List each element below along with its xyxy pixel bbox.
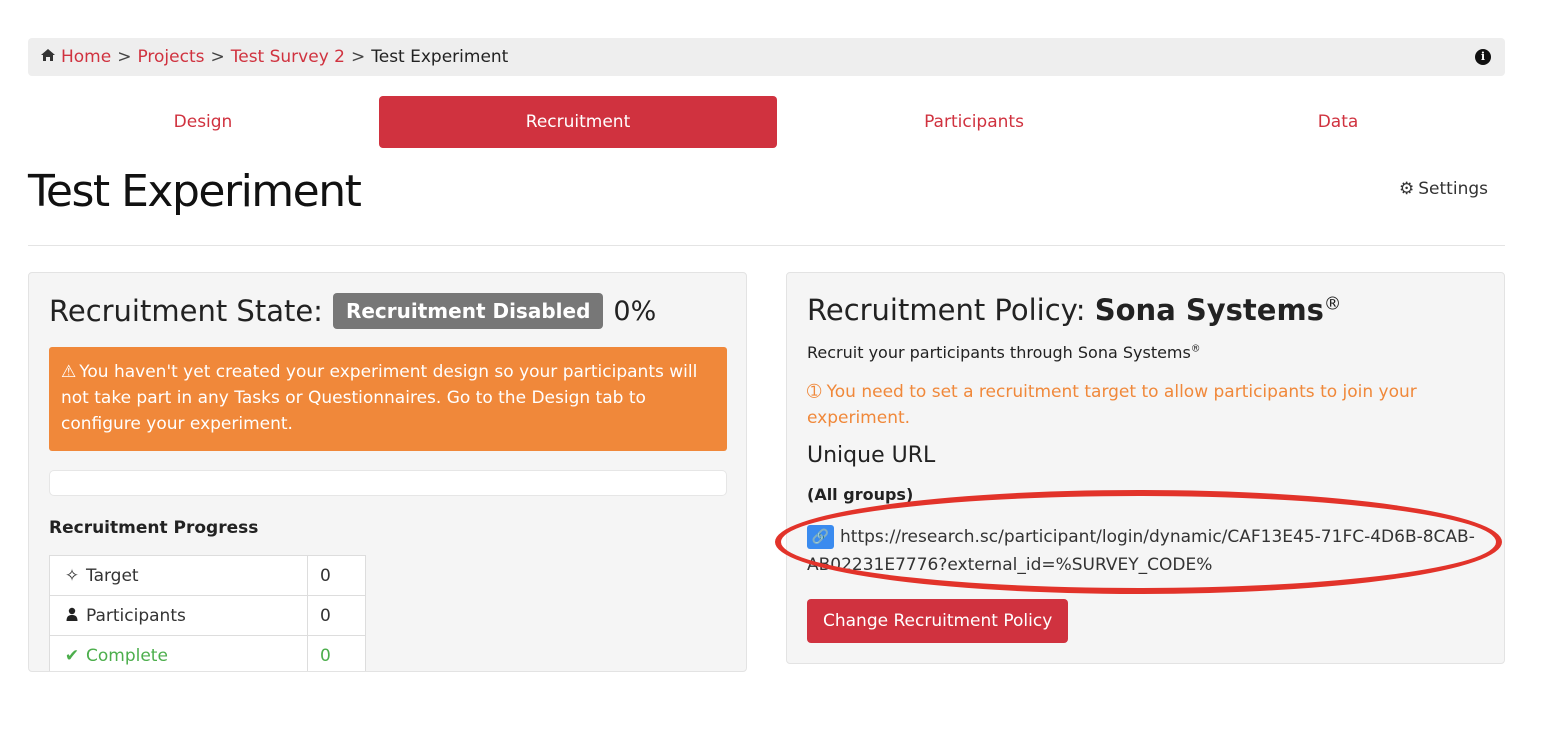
gear-icon: ⚙ (1399, 179, 1415, 199)
recruitment-policy-description: Recruit your participants through Sona S… (807, 343, 1200, 362)
progress-participants-value: 0 (307, 595, 366, 636)
url-groups-label: (All groups) (807, 485, 914, 504)
unique-url-row: 🔗 https://research.sc/participant/login/d… (807, 523, 1487, 579)
recruitment-progress-table: ✧ Target 0 Participants 0 ✔ Complete 0 (49, 555, 366, 671)
page-title: Test Experiment (28, 166, 362, 217)
crosshair-icon: ✧ (64, 565, 80, 586)
registered-mark: ® (1190, 343, 1201, 355)
table-row: ✔ Complete 0 (49, 635, 366, 671)
breadcrumb-current: Test Experiment (371, 47, 509, 67)
settings-link[interactable]: ⚙ Settings (1399, 179, 1488, 199)
progress-target-cell: ✧ Target (49, 555, 308, 596)
recruitment-policy-panel: Recruitment Policy: Sona Systems® Recrui… (786, 272, 1505, 664)
recruitment-policy-name: Sona Systems (1094, 293, 1324, 327)
recruitment-target-note-text: You need to set a recruitment target to … (807, 382, 1417, 428)
progress-target-value: 0 (307, 555, 366, 596)
status-badge: Recruitment Disabled (332, 293, 604, 329)
progress-target-label: Target (86, 565, 139, 586)
user-icon (62, 606, 82, 626)
info-circle-icon: ➀ (807, 382, 822, 402)
breadcrumb-survey-link[interactable]: Test Survey 2 (231, 47, 345, 67)
progress-complete-cell: ✔ Complete (49, 635, 308, 671)
breadcrumb-separator: > (210, 47, 225, 67)
design-warning-alert: ⚠ You haven't yet created your experiment… (49, 347, 727, 451)
recruitment-policy-description-text: Recruit your participants through Sona S… (807, 343, 1191, 362)
recruitment-progress-title: Recruitment Progress (49, 518, 259, 538)
recruitment-policy-title: Recruitment Policy: Sona Systems® (807, 293, 1341, 327)
table-row: ✧ Target 0 (49, 555, 366, 596)
recruitment-state-panel: Recruitment State: Recruitment Disabled … (28, 272, 747, 672)
progress-complete-label: Complete (86, 645, 168, 666)
recruitment-policy-label: Recruitment Policy: (807, 293, 1086, 327)
change-recruitment-policy-button[interactable]: Change Recruitment Policy (807, 599, 1069, 643)
warning-icon: ⚠ (61, 362, 77, 382)
info-icon[interactable]: i (1475, 49, 1491, 65)
recruitment-percent: 0% (613, 295, 657, 327)
recruitment-progress-bar (49, 470, 727, 496)
settings-label: Settings (1418, 179, 1488, 199)
check-icon: ✔ (64, 645, 80, 666)
registered-mark: ® (1323, 294, 1342, 315)
divider (28, 245, 1505, 246)
breadcrumb-projects-link[interactable]: Projects (137, 47, 204, 67)
progress-complete-value: 0 (307, 635, 366, 671)
tab-design[interactable]: Design (28, 96, 378, 148)
home-icon[interactable] (40, 47, 56, 67)
tab-bar: Design Recruitment Participants Data (28, 96, 1505, 148)
design-warning-text: You haven't yet created your experiment … (61, 362, 698, 434)
tab-recruitment[interactable]: Recruitment (379, 96, 777, 148)
recruitment-target-note: ➀ You need to set a recruitment target t… (807, 379, 1487, 431)
link-icon[interactable]: 🔗 (807, 525, 834, 549)
progress-participants-label: Participants (86, 605, 186, 626)
recruitment-state-title: Recruitment State: (49, 294, 323, 328)
table-row: Participants 0 (49, 595, 366, 636)
unique-url-text[interactable]: https://research.sc/participant/login/dy… (807, 527, 1475, 575)
tab-data[interactable]: Data (1171, 96, 1505, 148)
unique-url-heading: Unique URL (807, 443, 936, 468)
breadcrumb: Home > Projects > Test Survey 2 > Test E… (28, 38, 1505, 76)
breadcrumb-separator: > (350, 47, 366, 67)
progress-participants-cell: Participants (49, 595, 308, 636)
tab-participants[interactable]: Participants (777, 96, 1171, 148)
breadcrumb-separator: > (117, 47, 132, 67)
breadcrumb-home-link[interactable]: Home (61, 47, 111, 67)
recruitment-state-header: Recruitment State: Recruitment Disabled … (49, 293, 656, 329)
